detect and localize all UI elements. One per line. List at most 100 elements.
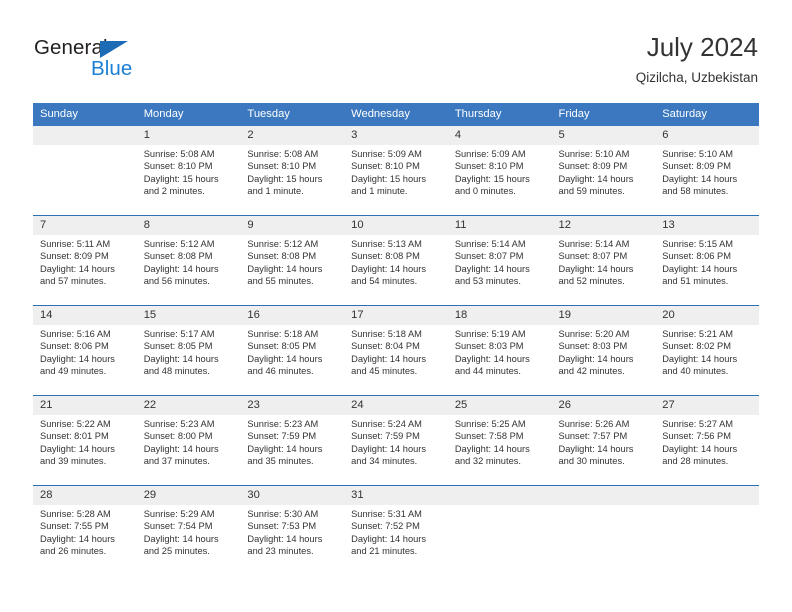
day-number[interactable] [655, 485, 759, 505]
day-number[interactable]: 8 [136, 215, 241, 235]
daylight-text-line1: Daylight: 14 hours [40, 533, 115, 544]
day-cell[interactable]: Sunrise: 5:15 AM Sunset: 8:06 PM Dayligh… [655, 235, 759, 306]
page-header: General Blue July 2024 Qizilcha, Uzbekis… [0, 0, 792, 100]
day-number[interactable]: 11 [447, 215, 552, 235]
day-cell[interactable]: Sunrise: 5:10 AM Sunset: 8:09 PM Dayligh… [551, 145, 656, 216]
sunset-text: Sunset: 8:09 PM [558, 161, 628, 172]
week-info-row: Sunrise: 5:28 AM Sunset: 7:55 PM Dayligh… [33, 505, 759, 575]
day-cell[interactable]: Sunrise: 5:16 AM Sunset: 8:06 PM Dayligh… [33, 325, 137, 396]
day-number[interactable]: 28 [33, 485, 137, 505]
day-number[interactable]: 27 [655, 395, 759, 415]
sunrise-text: Sunrise: 5:20 AM [558, 329, 630, 339]
day-cell[interactable]: Sunrise: 5:10 AM Sunset: 8:09 PM Dayligh… [655, 145, 759, 216]
day-cell[interactable]: Sunrise: 5:14 AM Sunset: 8:07 PM Dayligh… [447, 235, 552, 306]
day-cell[interactable]: Sunrise: 5:26 AM Sunset: 7:57 PM Dayligh… [551, 415, 656, 486]
daylight-text-line2: and 1 minute. [351, 186, 408, 197]
day-number[interactable]: 3 [344, 126, 448, 145]
day-cell[interactable] [447, 505, 552, 575]
day-number[interactable]: 19 [551, 305, 656, 325]
daylight-text-line2: and 37 minutes. [143, 456, 210, 467]
daylight-text-line1: Daylight: 14 hours [662, 443, 738, 454]
sunset-text: Sunset: 8:05 PM [143, 341, 213, 352]
day-number[interactable]: 2 [240, 126, 345, 145]
day-number[interactable]: 21 [33, 395, 137, 415]
day-number[interactable] [33, 126, 137, 145]
day-cell[interactable]: Sunrise: 5:17 AM Sunset: 8:05 PM Dayligh… [136, 325, 241, 396]
day-number[interactable]: 16 [240, 305, 345, 325]
sunrise-text: Sunrise: 5:22 AM [40, 419, 111, 429]
day-cell[interactable]: Sunrise: 5:11 AM Sunset: 8:09 PM Dayligh… [33, 235, 137, 306]
day-cell[interactable]: Sunrise: 5:21 AM Sunset: 8:02 PM Dayligh… [655, 325, 759, 396]
day-cell[interactable]: Sunrise: 5:19 AM Sunset: 8:03 PM Dayligh… [447, 325, 552, 396]
day-number[interactable]: 6 [655, 126, 759, 145]
sunrise-text: Sunrise: 5:18 AM [247, 329, 319, 339]
day-number[interactable]: 20 [655, 305, 759, 325]
day-number[interactable]: 13 [655, 215, 759, 235]
day-number[interactable]: 12 [551, 215, 656, 235]
day-cell[interactable]: Sunrise: 5:29 AM Sunset: 7:54 PM Dayligh… [136, 505, 241, 575]
daylight-text-line2: and 39 minutes. [40, 456, 107, 467]
day-number[interactable]: 22 [136, 395, 241, 415]
sunrise-text: Sunrise: 5:13 AM [351, 239, 422, 249]
day-number[interactable]: 14 [33, 305, 137, 325]
day-number[interactable]: 29 [136, 485, 241, 505]
day-number[interactable]: 24 [344, 395, 448, 415]
day-cell[interactable]: Sunrise: 5:13 AM Sunset: 8:08 PM Dayligh… [344, 235, 448, 306]
sunset-text: Sunset: 8:01 PM [40, 431, 109, 442]
day-cell[interactable]: Sunrise: 5:20 AM Sunset: 8:03 PM Dayligh… [551, 325, 656, 396]
daylight-text-line2: and 53 minutes. [454, 276, 521, 287]
day-number[interactable]: 23 [240, 395, 345, 415]
day-cell[interactable]: Sunrise: 5:24 AM Sunset: 7:59 PM Dayligh… [344, 415, 448, 486]
sunset-text: Sunset: 8:04 PM [351, 341, 420, 352]
day-cell[interactable]: Sunrise: 5:12 AM Sunset: 8:08 PM Dayligh… [136, 235, 241, 306]
day-cell[interactable]: Sunrise: 5:12 AM Sunset: 8:08 PM Dayligh… [240, 235, 345, 306]
day-cell[interactable]: Sunrise: 5:22 AM Sunset: 8:01 PM Dayligh… [33, 415, 137, 486]
day-number[interactable]: 15 [136, 305, 241, 325]
day-number[interactable]: 26 [551, 395, 656, 415]
day-cell[interactable] [33, 145, 137, 216]
day-cell[interactable]: Sunrise: 5:23 AM Sunset: 7:59 PM Dayligh… [240, 415, 345, 486]
daylight-text-line2: and 54 minutes. [351, 276, 418, 287]
sunrise-text: Sunrise: 5:31 AM [351, 509, 422, 519]
day-number[interactable]: 30 [240, 485, 345, 505]
day-cell[interactable]: Sunrise: 5:31 AM Sunset: 7:52 PM Dayligh… [344, 505, 448, 575]
sunset-text: Sunset: 7:58 PM [454, 431, 524, 442]
daylight-text-line1: Daylight: 14 hours [351, 443, 427, 454]
sunset-text: Sunset: 8:05 PM [247, 341, 317, 352]
weekday-header-thursday: Thursday [447, 103, 552, 126]
general-blue-logo[interactable]: General Blue [34, 36, 234, 86]
day-cell[interactable]: Sunrise: 5:28 AM Sunset: 7:55 PM Dayligh… [33, 505, 137, 575]
day-cell[interactable]: Sunrise: 5:08 AM Sunset: 8:10 PM Dayligh… [240, 145, 345, 216]
day-cell[interactable]: Sunrise: 5:09 AM Sunset: 8:10 PM Dayligh… [447, 145, 552, 216]
day-number[interactable] [551, 485, 656, 505]
day-number[interactable]: 25 [447, 395, 552, 415]
day-cell[interactable]: Sunrise: 5:18 AM Sunset: 8:04 PM Dayligh… [344, 325, 448, 396]
day-cell[interactable]: Sunrise: 5:30 AM Sunset: 7:53 PM Dayligh… [240, 505, 345, 575]
day-number[interactable]: 17 [344, 305, 448, 325]
day-number[interactable]: 7 [33, 215, 137, 235]
day-cell[interactable]: Sunrise: 5:09 AM Sunset: 8:10 PM Dayligh… [344, 145, 448, 216]
sunrise-text: Sunrise: 5:15 AM [662, 239, 734, 249]
day-cell[interactable]: Sunrise: 5:25 AM Sunset: 7:58 PM Dayligh… [447, 415, 552, 486]
day-cell[interactable] [551, 505, 656, 575]
daylight-text-line1: Daylight: 14 hours [247, 443, 323, 454]
sunrise-text: Sunrise: 5:21 AM [662, 329, 734, 339]
day-number[interactable]: 18 [447, 305, 552, 325]
day-number[interactable]: 31 [344, 485, 448, 505]
daylight-text-line1: Daylight: 14 hours [454, 443, 530, 454]
day-number[interactable]: 4 [447, 126, 552, 145]
day-number[interactable]: 5 [551, 126, 656, 145]
day-number[interactable]: 9 [240, 215, 345, 235]
day-cell[interactable]: Sunrise: 5:14 AM Sunset: 8:07 PM Dayligh… [551, 235, 656, 306]
day-cell[interactable]: Sunrise: 5:27 AM Sunset: 7:56 PM Dayligh… [655, 415, 759, 486]
day-cell[interactable]: Sunrise: 5:08 AM Sunset: 8:10 PM Dayligh… [136, 145, 241, 216]
sunset-text: Sunset: 8:06 PM [40, 341, 109, 352]
day-cell[interactable] [655, 505, 759, 575]
daylight-text-line2: and 46 minutes. [247, 366, 314, 377]
day-cell[interactable]: Sunrise: 5:23 AM Sunset: 8:00 PM Dayligh… [136, 415, 241, 486]
week-info-row: Sunrise: 5:16 AM Sunset: 8:06 PM Dayligh… [33, 325, 759, 396]
day-number[interactable]: 10 [344, 215, 448, 235]
day-cell[interactable]: Sunrise: 5:18 AM Sunset: 8:05 PM Dayligh… [240, 325, 345, 396]
day-number[interactable]: 1 [136, 126, 241, 145]
day-number[interactable] [447, 485, 552, 505]
